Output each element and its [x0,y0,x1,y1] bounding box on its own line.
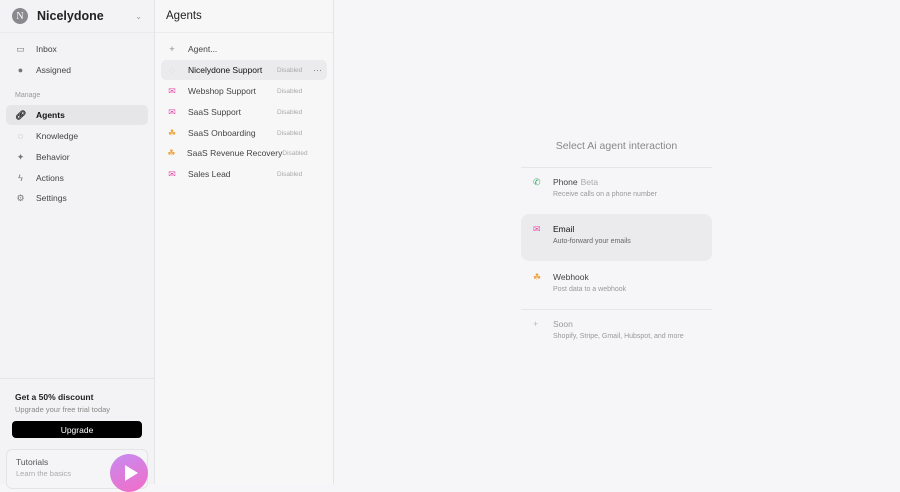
sparkle-icon: ✦ [16,151,25,162]
plus-icon: + [533,319,539,329]
workspace-name: Nicelydone [37,9,104,23]
tutorials-title: Tutorials [16,457,49,467]
play-icon [124,465,138,481]
sidebar-item-assigned[interactable]: ● Assigned [6,60,148,80]
webhook-icon: ☘ [167,127,177,138]
nav-label: Agents [36,110,65,120]
option-webhook[interactable]: ☘ Webhook Post data to a webhook [521,262,712,309]
sidebar-item-settings[interactable]: ⚙ Settings [6,188,148,208]
inbox-icon: ▭ [16,43,25,54]
option-title: Soon [553,319,573,329]
promo-card: Get a 50% discount Upgrade your free tri… [0,378,155,438]
agent-status: Disabled [277,108,303,116]
nav-label: Assigned [36,65,71,75]
option-email[interactable]: ✉ Email Auto-forward your emails [521,214,712,261]
agent-row[interactable]: ✉ Sales Lead Disabled [161,164,327,184]
sidebar-item-behavior[interactable]: ✦ Behavior [6,147,148,167]
option-subtitle: Post data to a webhook [553,286,627,293]
beta-badge: Beta [580,177,599,187]
plus-icon: + [169,44,175,54]
option-soon: + Soon Shopify, Stripe, Gmail, Hubspot, an… [521,309,712,356]
agent-name: SaaS Revenue Recovery [186,148,283,158]
email-icon: ✉ [533,224,541,234]
email-icon: ✉ [168,106,176,117]
add-agent-button[interactable]: + Agent... [161,39,327,59]
link-icon: 🔗︎ [15,109,27,120]
agent-name: Nicelydone Support [188,65,263,75]
agent-row[interactable]: ✉ Webshop Support Disabled [161,81,327,101]
option-title: Phone [553,177,578,187]
chevron-down-icon: ⌄ [135,11,142,21]
upgrade-button[interactable]: Upgrade [12,421,142,438]
agent-name: SaaS Onboarding [188,128,256,138]
agent-name: Sales Lead [188,169,231,179]
agent-status: Disabled [277,66,303,74]
knowledge-icon: ◌ [17,131,24,141]
more-options-icon[interactable]: ··· [313,65,327,75]
agent-status: Disabled [282,149,308,157]
phone-icon: ✆ [533,177,541,187]
assigned-icon: ● [17,65,24,75]
avatar: N [12,8,28,24]
option-title: Webhook [553,272,589,282]
sidebar: N Nicelydone ⌄ ▭ Inbox ● Assigned Manage 🔗… [0,0,155,492]
option-subtitle: Shopify, Stripe, Gmail, Hubspot, and mor… [553,333,684,340]
agent-name: SaaS Support [188,107,241,117]
agent-status: Disabled [277,170,303,178]
agents-panel: Agents + Agent... ◌ Nicelydone Support Disa… [155,0,334,484]
workspace-switcher[interactable]: N Nicelydone ⌄ [0,0,154,33]
panel-title: Agents [155,0,333,33]
sidebar-item-inbox[interactable]: ▭ Inbox [6,39,148,59]
agent-row[interactable]: ◌ Nicelydone Support Disabled ··· [161,60,327,80]
option-title: Email [553,224,575,234]
option-subtitle: Auto-forward your emails [553,238,631,245]
option-subtitle: Receive calls on a phone number [553,191,657,198]
promo-subtitle: Upgrade your free trial today [15,405,111,414]
empty-agent-icon: ◌ [169,65,175,75]
sidebar-item-actions[interactable]: ϟ Actions [6,168,148,188]
add-agent-label: Agent... [188,44,218,54]
interaction-title: Select Ai agent interaction [555,140,678,152]
section-label: Manage [15,92,41,99]
agent-row[interactable]: ✉ SaaS Support Disabled [161,102,327,122]
nav-label: Actions [36,173,64,183]
nav-label: Settings [36,193,67,203]
nav-label: Knowledge [36,131,79,141]
bolt-icon: ϟ [18,173,23,183]
agent-status: Disabled [277,87,303,95]
play-video-button[interactable] [110,454,148,492]
nav-label: Behavior [36,152,70,162]
agent-status: Disabled [277,129,303,137]
agent-row[interactable]: ☘ SaaS Onboarding Disabled [161,123,327,143]
sidebar-item-agents[interactable]: 🔗︎ Agents [6,105,148,125]
agent-name: Webshop Support [188,86,256,96]
webhook-icon: ☘ [167,147,176,158]
promo-title: Get a 50% discount [15,392,94,402]
sidebar-item-knowledge[interactable]: ◌ Knowledge [6,126,148,146]
option-phone[interactable]: ✆ Phone Beta Receive calls on a phone numbe… [521,167,712,214]
nav-label: Inbox [36,44,57,54]
tutorials-subtitle: Learn the basics [16,469,72,478]
agent-row[interactable]: ☘ SaaS Revenue Recovery Disabled [161,143,327,163]
gear-icon: ⚙ [16,192,25,203]
email-icon: ✉ [168,168,176,179]
email-icon: ✉ [168,85,176,96]
webhook-icon: ☘ [533,272,542,282]
